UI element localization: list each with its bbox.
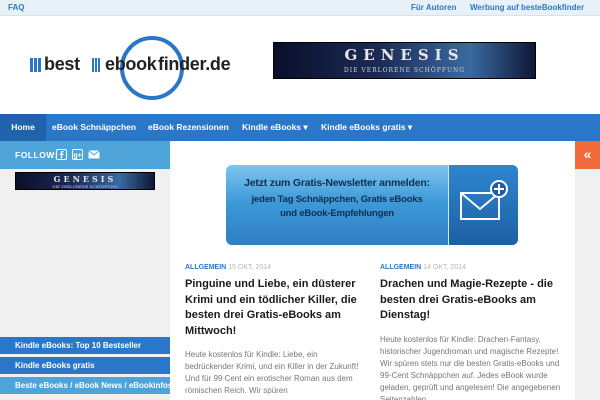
- nav-item-ebook-rezensionen[interactable]: eBook Rezensionen: [148, 114, 229, 141]
- logo-bars-icon: [30, 58, 42, 74]
- envelope-plus-icon: [448, 165, 518, 245]
- mail-icon[interactable]: [88, 149, 100, 160]
- post-card: ALLGEMEIN 14 OKT, 2014 Drachen und Magie…: [380, 264, 562, 400]
- newsletter-line-3: und eBook-Empfehlungen: [280, 208, 394, 219]
- logo-bars-icon: [92, 58, 101, 74]
- post-title-link[interactable]: Pinguine und Liebe, ein düsterer Krimi u…: [185, 277, 367, 339]
- genesis-banner-ad[interactable]: GENESIS DIE VERLORENE SCHÖPFUNG: [273, 42, 536, 79]
- post-date: 15 OKT, 2014: [228, 264, 271, 271]
- follow-label: FOLLOW:: [15, 150, 58, 160]
- facebook-icon[interactable]: [56, 149, 67, 160]
- double-chevron-left-icon: «: [583, 146, 592, 162]
- newsletter-line-2: jeden Tag Schnäppchen, Gratis eBooks: [251, 194, 423, 205]
- main-nav: Home eBook Schnäppchen eBook Rezensionen…: [0, 114, 600, 141]
- follow-bar: FOLLOW: g+: [0, 141, 170, 169]
- svg-text:g+: g+: [73, 153, 81, 160]
- site-header: best ebook finder.de GENESIS DIE VERLORE…: [0, 16, 600, 114]
- main-content: Jetzt zum Gratis-Newsletter anmelden: je…: [170, 141, 575, 400]
- logo-text-best: best: [44, 54, 80, 74]
- post-meta: ALLGEMEIN 15 OKT, 2014: [185, 264, 367, 271]
- newsletter-line-1: Jetzt zum Gratis-Newsletter anmelden:: [244, 177, 430, 189]
- google-plus-icon[interactable]: g+: [72, 149, 83, 160]
- nav-item-kindle-ebooks[interactable]: Kindle eBooks ▾: [242, 114, 308, 141]
- post-title-link[interactable]: Drachen und Magie-Rezepte - die besten d…: [380, 277, 562, 324]
- post-category-link[interactable]: ALLGEMEIN: [185, 264, 226, 271]
- top-bar: FAQ Für Autoren Werbung auf besteBookfin…: [0, 0, 600, 16]
- post-card: ALLGEMEIN 15 OKT, 2014 Pinguine und Lieb…: [185, 264, 367, 397]
- faq-link[interactable]: FAQ: [8, 3, 24, 12]
- sidebar-banner-subtitle: DIE VERLORENE SCHÖPFUNG: [52, 184, 118, 189]
- nav-item-kindle-ebooks-gratis[interactable]: Kindle eBooks gratis ▾: [321, 114, 412, 141]
- right-sidebar-collapsed: [575, 169, 600, 400]
- sidebar-link-gratis[interactable]: Kindle eBooks gratis: [0, 357, 170, 374]
- site-logo[interactable]: best ebook finder.de: [30, 36, 231, 100]
- post-excerpt: Heute kostenlos für Kindle: Drachen-Fant…: [380, 334, 561, 400]
- banner-title: GENESIS: [344, 46, 465, 64]
- sidebar-genesis-banner-ad[interactable]: GENESIS DIE VERLORENE SCHÖPFUNG: [15, 172, 155, 190]
- newsletter-signup-banner[interactable]: Jetzt zum Gratis-Newsletter anmelden: je…: [226, 165, 518, 245]
- sidebar-link-top10[interactable]: Kindle eBooks: Top 10 Bestseller: [0, 337, 170, 354]
- nav-item-ebook-schnaeppchen[interactable]: eBook Schnäppchen: [52, 114, 136, 141]
- logo-text-ebook: ebook: [105, 54, 157, 74]
- banner-subtitle: DIE VERLORENE SCHÖPFUNG: [343, 67, 466, 74]
- post-category-link[interactable]: ALLGEMEIN: [380, 264, 421, 271]
- sidebar-link-news[interactable]: Beste eBooks / eBook News / eBookinfos: [0, 377, 170, 394]
- authors-link[interactable]: Für Autoren: [411, 3, 456, 12]
- post-excerpt: Heute kostenlos für Kindle: Liebe, ein b…: [185, 350, 359, 395]
- advertising-link[interactable]: Werbung auf besteBookfinder: [470, 3, 584, 12]
- sidebar-toggle-button[interactable]: «: [575, 141, 600, 169]
- post-date: 14 OKT, 2014: [423, 264, 466, 271]
- sidebar-banner-title: GENESIS: [53, 174, 117, 184]
- nav-item-home[interactable]: Home: [0, 114, 46, 141]
- post-meta: ALLGEMEIN 14 OKT, 2014: [380, 264, 562, 271]
- logo-text-finder: finder.de: [158, 54, 231, 74]
- sidebar: FOLLOW: g+ GENESIS DIE VERLORENE SCHÖPFU…: [0, 141, 170, 400]
